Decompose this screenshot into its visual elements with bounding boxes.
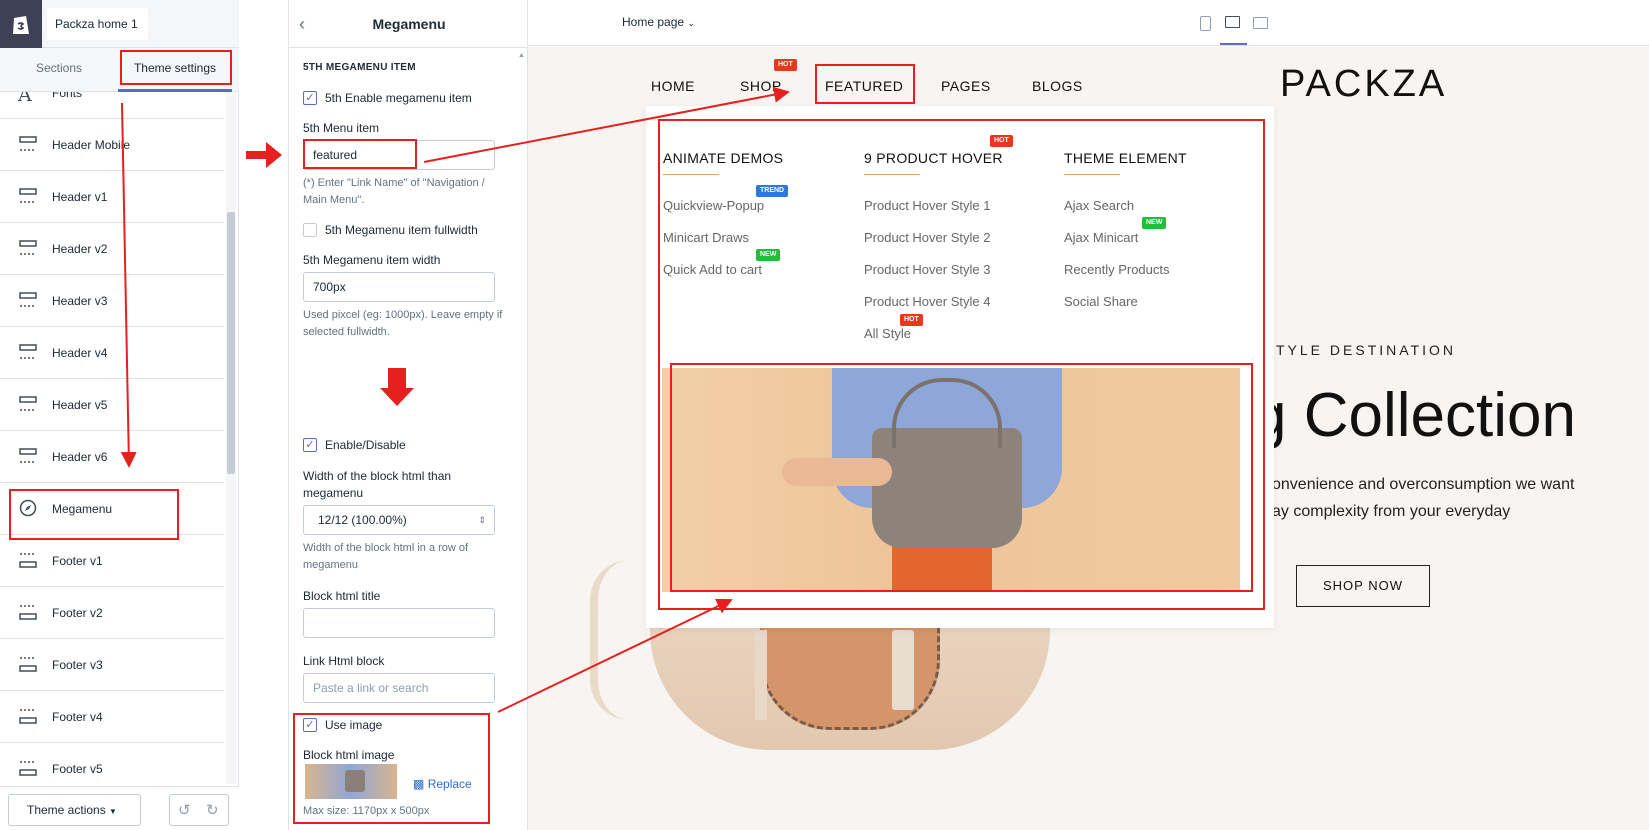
annotation-arrow: [497, 598, 733, 713]
annotation-right-arrow: [246, 142, 282, 168]
annotation-arrow: [423, 86, 790, 163]
annotation-arrows-layer: [120, 86, 790, 713]
annotation-arrow: [120, 102, 137, 468]
annotation-down-arrow: [380, 368, 414, 406]
